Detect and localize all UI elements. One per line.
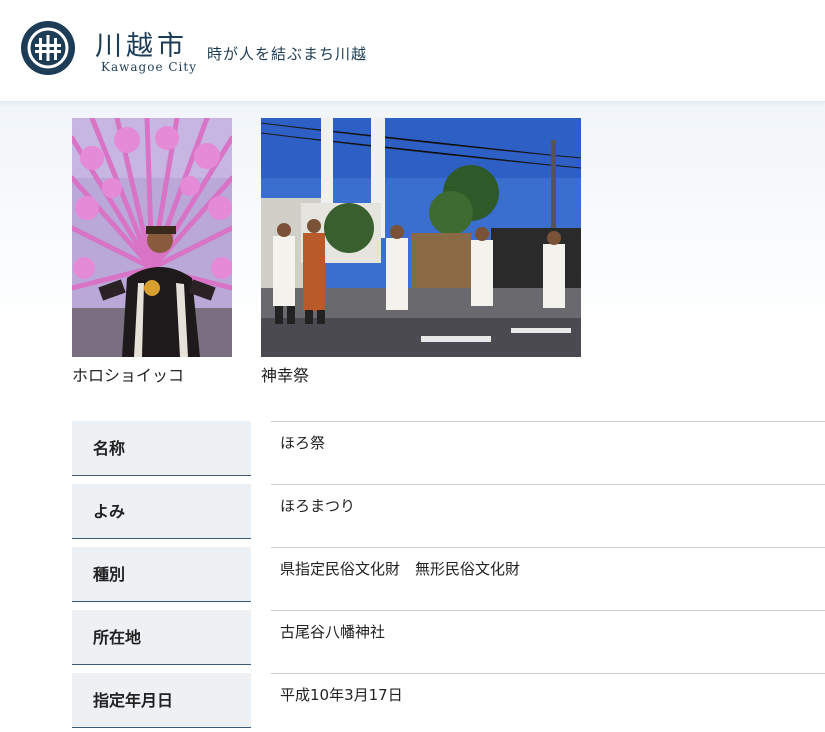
site-logo-subtitle: Kawagoe City [101, 60, 197, 74]
photo-caption: 神幸祭 [261, 366, 310, 385]
row-value-designation-date: 平成10年3月17日 [271, 673, 825, 732]
row-value-location: 古尾谷八幡神社 [271, 610, 825, 673]
row-label-category: 種別 [72, 547, 251, 602]
row-label-designation-date: 指定年月日 [72, 673, 251, 728]
row-label-reading: よみ [72, 484, 251, 539]
photo-caption: ホロショイッコ [72, 366, 185, 385]
row-value-reading: ほろまつり [271, 484, 825, 547]
festival-costume-photo[interactable] [72, 118, 232, 357]
site-logo-title[interactable]: 川越市 [95, 24, 188, 63]
row-label-name: 名称 [72, 421, 251, 476]
site-catchphrase: 時が人を結ぶまち川越 [207, 45, 368, 63]
procession-photo[interactable] [261, 118, 581, 357]
city-emblem-icon[interactable] [20, 20, 76, 76]
row-value-category: 県指定民俗文化財 無形民俗文化財 [271, 547, 825, 610]
row-value-name: ほろ祭 [271, 421, 825, 484]
site-header: 川越市 Kawagoe City 時が人を結ぶまち川越 [0, 0, 825, 102]
row-label-location: 所在地 [72, 610, 251, 665]
